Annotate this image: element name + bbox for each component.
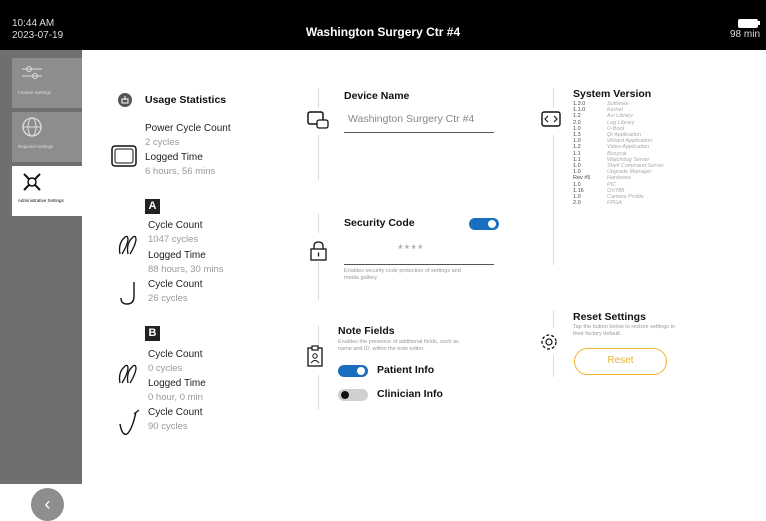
- reset-settings-hint: Tap the button below to restore settings…: [573, 324, 676, 337]
- b-time-label: Logged Time: [148, 378, 206, 389]
- b-time-value: 0 hour, 0 min: [148, 392, 203, 403]
- sidebar: Feature Settings Regional Settings Admin…: [0, 50, 82, 521]
- component-name: Shell Command Server: [607, 163, 664, 169]
- divider: [318, 213, 319, 233]
- patient-info-toggle[interactable]: [338, 365, 368, 377]
- version-number: 2.0: [573, 200, 581, 207]
- component-name: OV788: [607, 187, 625, 194]
- device-name-input[interactable]: Washington Surgery Ctr #4: [348, 113, 474, 125]
- b-cycle-label: Cycle Count: [148, 349, 203, 360]
- divider: [318, 375, 319, 410]
- component-name: U-Boot: [607, 125, 625, 132]
- hook-icon: [120, 282, 135, 305]
- component-name: FPGA: [607, 200, 622, 207]
- reset-settings-title: Reset Settings: [573, 311, 646, 323]
- divider: [553, 88, 554, 108]
- a-time-label: Logged Time: [148, 250, 206, 261]
- component-name: Busycat: [607, 150, 627, 157]
- code-icon: [541, 111, 561, 127]
- component-name: Hardware: [607, 175, 631, 182]
- security-code-underline: [344, 264, 494, 265]
- sidebar-item-regional-settings[interactable]: Regional Settings: [12, 112, 82, 162]
- a-cycle-value: 1047 cycles: [148, 234, 199, 245]
- reset-button[interactable]: Reset: [574, 348, 667, 375]
- b-cycle2-label: Cycle Count: [148, 407, 203, 418]
- section-b-badge: B: [145, 326, 160, 341]
- patient-info-label: Patient Info: [377, 364, 435, 376]
- note-fields-hint: Enables the presence of additional field…: [338, 339, 459, 352]
- sidebar-item-administrative-settings[interactable]: Administrative Settings: [12, 166, 82, 216]
- device-name-underline: [344, 132, 494, 133]
- divider: [318, 88, 319, 108]
- battery-indicator: 98 min: [730, 18, 760, 40]
- component-name: Watchdog Server: [607, 156, 650, 163]
- a-cycle2-value: 26 cycles: [148, 293, 188, 304]
- device-name-icon: [307, 111, 329, 129]
- security-code-input[interactable]: ****: [398, 242, 425, 256]
- divider: [553, 310, 554, 328]
- divider: [318, 262, 319, 300]
- a-time-value: 88 hours, 30 mins: [148, 264, 224, 275]
- lock-icon: [310, 241, 327, 261]
- back-button[interactable]: ‹: [31, 488, 64, 521]
- a-cycle-label: Cycle Count: [148, 220, 203, 231]
- clipboard-icon: [307, 345, 323, 367]
- globe-icon: [22, 117, 42, 137]
- usage-icon: [118, 93, 132, 107]
- chevron-left-icon: ‹: [44, 494, 51, 514]
- divider: [318, 135, 319, 180]
- sidebar-item-label: Feature Settings: [18, 90, 52, 95]
- system-version-title: System Version: [573, 88, 652, 100]
- probe-icon: [119, 409, 140, 435]
- system-version-row: 2.0 FPGA: [573, 200, 622, 206]
- divider: [553, 135, 554, 265]
- component-name: Avi Library: [607, 113, 633, 120]
- scope-b-icon: [118, 364, 137, 384]
- window-title: Washington Surgery Ctr #4: [305, 25, 461, 39]
- status-bar: 10:44 AM 2023-07-19 Washington Surgery C…: [0, 0, 766, 50]
- gear-icon: [541, 334, 557, 350]
- battery-text: 98 min: [729, 29, 760, 40]
- console-cycle-value: 2 cycles: [145, 137, 180, 148]
- component-name: Camera Profile: [607, 194, 644, 200]
- divider: [318, 325, 319, 345]
- note-fields-title: Note Fields: [338, 325, 395, 337]
- security-code-hint: Enables security code protection of sett…: [344, 268, 461, 281]
- console-icon: [111, 145, 137, 167]
- console-cycle-label: Power Cycle Count: [145, 123, 231, 134]
- clinician-info-label: Clinician Info: [377, 388, 443, 400]
- component-name: Software: [607, 101, 629, 107]
- component-name: Kernel: [607, 107, 623, 114]
- component-name: Upgrade Manager: [607, 169, 652, 176]
- component-name: Video Application: [607, 144, 650, 151]
- sidebar-item-feature-settings[interactable]: Feature Settings: [12, 58, 82, 108]
- component-name: PIC: [607, 181, 617, 188]
- section-a-badge: A: [145, 199, 160, 214]
- tools-icon: [23, 173, 41, 191]
- scope-a-icon: [118, 235, 137, 255]
- b-cycle-value: 0 cycles: [148, 363, 183, 374]
- sidebar-item-label: Regional Settings: [18, 144, 54, 149]
- a-cycle2-label: Cycle Count: [148, 279, 203, 290]
- battery-icon: [738, 18, 758, 28]
- component-name: Log Library: [607, 119, 635, 126]
- component-name: Wizard Application: [607, 138, 653, 145]
- console-time-label: Logged Time: [145, 152, 203, 163]
- sidebar-item-label: Administrative Settings: [18, 198, 64, 203]
- clinician-info-toggle[interactable]: [338, 389, 368, 401]
- console-time-value: 6 hours, 56 mins: [145, 166, 216, 177]
- security-code-toggle[interactable]: [469, 218, 499, 230]
- usage-title: Usage Statistics: [145, 94, 227, 106]
- b-cycle2-value: 90 cycles: [148, 421, 188, 432]
- component-name: Qt Application: [607, 132, 642, 138]
- device-name-title: Device Name: [344, 90, 410, 102]
- divider: [553, 355, 554, 377]
- sliders-icon: [22, 66, 42, 79]
- security-code-title: Security Code: [344, 217, 415, 229]
